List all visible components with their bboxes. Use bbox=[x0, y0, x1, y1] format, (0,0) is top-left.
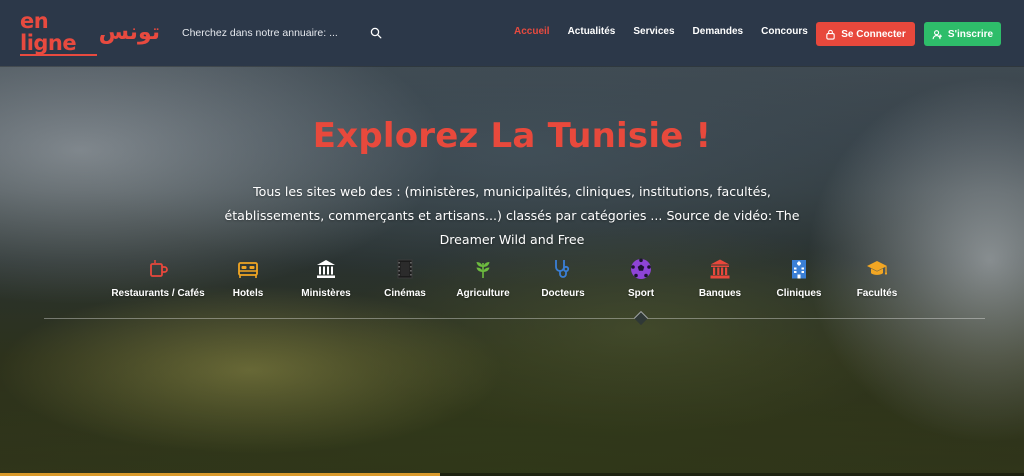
category-facultes[interactable]: Facultés bbox=[822, 258, 932, 299]
category-label: Facultés bbox=[856, 288, 898, 299]
hospital-icon bbox=[792, 260, 806, 279]
bank-icon bbox=[710, 259, 730, 279]
logo-latin-text: en ligne bbox=[20, 10, 97, 56]
category-bar: Restaurants / Cafés Hotels Ministères Ci… bbox=[0, 258, 1024, 318]
nav-accueil[interactable]: Accueil bbox=[514, 26, 550, 37]
search-box bbox=[182, 22, 382, 44]
nav-demandes[interactable]: Demandes bbox=[693, 26, 744, 37]
login-button-label: Se Connecter bbox=[841, 28, 906, 40]
soccer-ball-icon bbox=[631, 258, 651, 279]
nav-services[interactable]: Services bbox=[633, 26, 674, 37]
nav-actualites[interactable]: Actualités bbox=[568, 26, 616, 37]
coffee-cup-icon bbox=[150, 260, 168, 277]
site-logo[interactable]: en ligne تونس bbox=[20, 10, 160, 56]
logo-arabic-text: تونس bbox=[98, 20, 160, 45]
film-icon bbox=[397, 259, 413, 279]
signup-button[interactable]: S'inscrire bbox=[924, 22, 1001, 46]
government-building-icon bbox=[317, 260, 335, 278]
main-nav: Accueil Actualités Services Demandes Con… bbox=[514, 26, 826, 37]
category-divider bbox=[44, 318, 985, 319]
search-icon[interactable] bbox=[370, 27, 382, 39]
lock-icon bbox=[826, 29, 835, 40]
add-user-icon bbox=[932, 29, 942, 39]
graduation-cap-icon bbox=[867, 261, 888, 275]
signup-button-label: S'inscrire bbox=[947, 28, 994, 40]
hero-description: Tous les sites web des : (ministères, mu… bbox=[224, 184, 800, 247]
hero-title: Explorez La Tunisie ! bbox=[312, 116, 712, 156]
stethoscope-icon bbox=[555, 260, 570, 278]
login-button[interactable]: Se Connecter bbox=[816, 22, 915, 46]
bed-icon bbox=[238, 262, 258, 278]
search-input[interactable] bbox=[182, 22, 362, 44]
top-header: en ligne تونس Accueil Actualités Service… bbox=[0, 0, 1024, 66]
leaf-icon bbox=[476, 262, 490, 278]
nav-concours[interactable]: Concours bbox=[761, 26, 808, 37]
